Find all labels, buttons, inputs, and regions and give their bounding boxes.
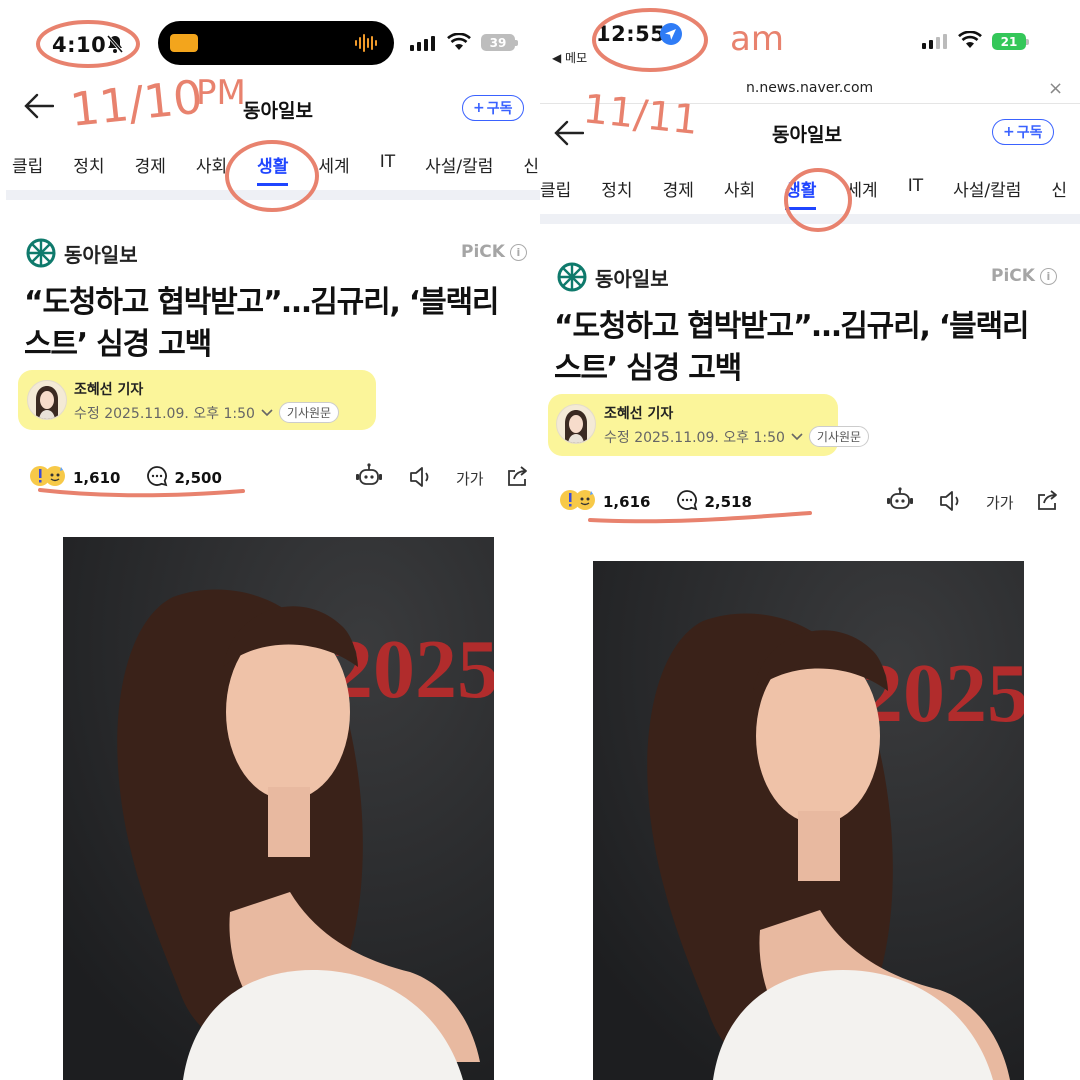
handwriting-overlay: 11/10 PM [36,20,319,498]
time-circle-annotation [36,20,140,68]
article-photo: 2025 [63,537,494,1080]
stats-underline-annotation [38,488,245,498]
tab-circle-annotation [225,140,319,212]
right-screenshot: 12:55 ◀ 메모 21 n.news.naver.com × 동아일보 + 구… [540,0,1080,1080]
period-annotation: am [730,19,784,59]
left-screenshot: 4:10 39 동아일보 + 구독 클립 정치 경제 사회 생활 세계 IT 사설… [0,0,540,1080]
article-photo: 2025 [593,561,1024,1080]
date-annotation: 11/10 [68,69,205,137]
handwriting-overlay: 11/11 am [581,8,852,524]
backdrop-text: 2025 [331,623,494,716]
backdrop-text: 2025 [861,647,1024,740]
time-circle-annotation [592,8,708,72]
stats-underline-annotation [588,511,812,524]
date-annotation: 11/11 [581,86,700,144]
tab-circle-annotation [784,168,852,232]
period-annotation: PM [196,73,246,113]
